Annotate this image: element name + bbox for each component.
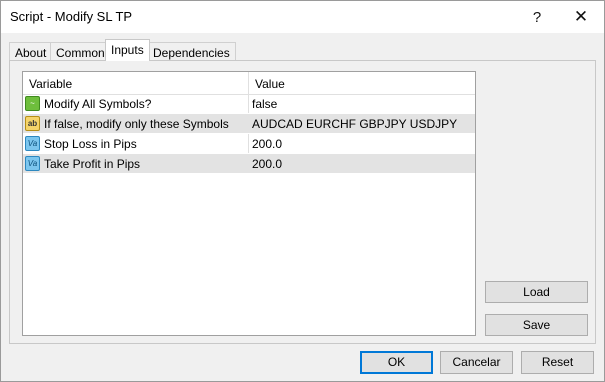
load-button[interactable]: Load xyxy=(485,281,588,303)
table-row[interactable]: ~ Modify All Symbols? false xyxy=(23,94,475,114)
double-icon: Va xyxy=(25,156,40,171)
cancel-button[interactable]: Cancelar xyxy=(440,351,513,374)
tab-inputs[interactable]: Inputs xyxy=(105,39,150,61)
title-bar: Script - Modify SL TP ? ✕ xyxy=(1,1,604,33)
variable-name: Take Profit in Pips xyxy=(44,157,141,171)
variable-name: If false, modify only these Symbols xyxy=(44,117,229,131)
double-icon: Va xyxy=(25,136,40,151)
dialog-window: Script - Modify SL TP ? ✕ About Common I… xyxy=(0,0,605,382)
inputs-panel: Variable Value ~ Modify All Symbols? fal… xyxy=(9,60,596,344)
window-title: Script - Modify SL TP xyxy=(10,9,133,24)
variable-name: Modify All Symbols? xyxy=(44,97,152,111)
table-row[interactable]: Va Stop Loss in Pips 200.0 xyxy=(23,134,475,154)
variable-value[interactable]: false xyxy=(252,97,277,111)
ok-button[interactable]: OK xyxy=(360,351,433,374)
variable-value[interactable]: 200.0 xyxy=(252,157,282,171)
tab-dependencies[interactable]: Dependencies xyxy=(147,42,236,60)
variable-value[interactable]: 200.0 xyxy=(252,137,282,151)
close-button[interactable]: ✕ xyxy=(559,1,603,33)
column-header-variable[interactable]: Variable xyxy=(29,77,72,91)
variable-name: Stop Loss in Pips xyxy=(44,137,137,151)
inputs-grid[interactable]: Variable Value ~ Modify All Symbols? fal… xyxy=(22,71,476,336)
help-button[interactable]: ? xyxy=(515,1,559,33)
variable-value[interactable]: AUDCAD EURCHF GBPJPY USDJPY xyxy=(252,117,457,131)
table-row[interactable]: Va Take Profit in Pips 200.0 xyxy=(23,154,475,174)
tab-about[interactable]: About xyxy=(9,42,53,60)
tab-common[interactable]: Common xyxy=(50,42,111,60)
save-button[interactable]: Save xyxy=(485,314,588,336)
grid-header: Variable Value xyxy=(23,72,475,95)
column-header-value[interactable]: Value xyxy=(255,77,285,91)
bool-icon: ~ xyxy=(25,96,40,111)
string-icon: ab xyxy=(25,116,40,131)
table-row[interactable]: ab If false, modify only these Symbols A… xyxy=(23,114,475,134)
reset-button[interactable]: Reset xyxy=(521,351,594,374)
